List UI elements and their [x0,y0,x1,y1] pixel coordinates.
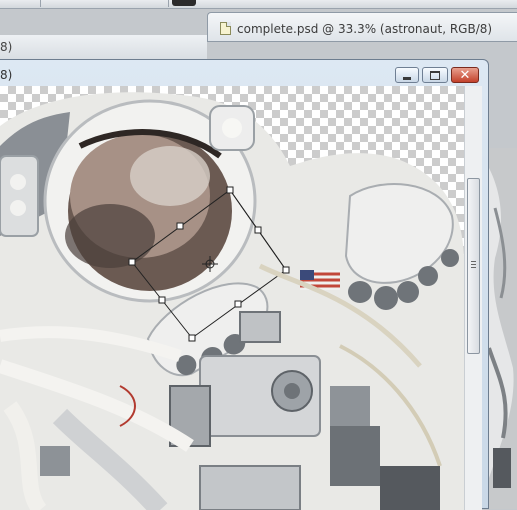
top-window-strip [0,0,517,9]
background-document-title: complete.psd @ 33.3% (astronaut, RGB/8) [237,22,493,36]
maximize-icon [430,70,440,80]
top-strip-notch [172,0,196,6]
transform-handle[interactable] [254,226,262,234]
scrollbar-thumb[interactable] [467,178,480,354]
back-window-title: 8) [0,40,13,54]
transform-handle[interactable] [158,296,166,304]
minimize-icon [403,76,411,80]
document-window-title: 8) [0,68,13,82]
transform-handle[interactable] [282,266,290,274]
transform-handle[interactable] [234,300,242,308]
close-button[interactable]: ✕ [451,67,479,83]
astronaut-image [0,92,464,510]
background-document-tab[interactable]: complete.psd @ 33.3% (astronaut, RGB/8) [207,12,517,42]
document-window: 8) ✕ [0,59,489,510]
transform-handle[interactable] [226,186,234,194]
scrollbar-grip-icon [471,261,476,269]
transform-handle[interactable] [188,334,196,342]
top-strip-segment [0,0,41,7]
transform-handle[interactable] [176,222,184,230]
transform-handle[interactable] [128,258,136,266]
top-strip-segment [40,0,169,7]
maximize-button[interactable] [422,67,448,83]
image-canvas[interactable] [0,86,464,510]
minimize-button[interactable] [395,67,419,83]
document-icon [220,22,231,35]
document-window-titlebar[interactable]: 8) ✕ [0,60,488,86]
background-canvas-strip [489,148,517,509]
vertical-scrollbar[interactable] [464,86,482,510]
back-window-titlebar[interactable]: 8) [0,35,207,60]
close-icon: ✕ [459,67,471,83]
